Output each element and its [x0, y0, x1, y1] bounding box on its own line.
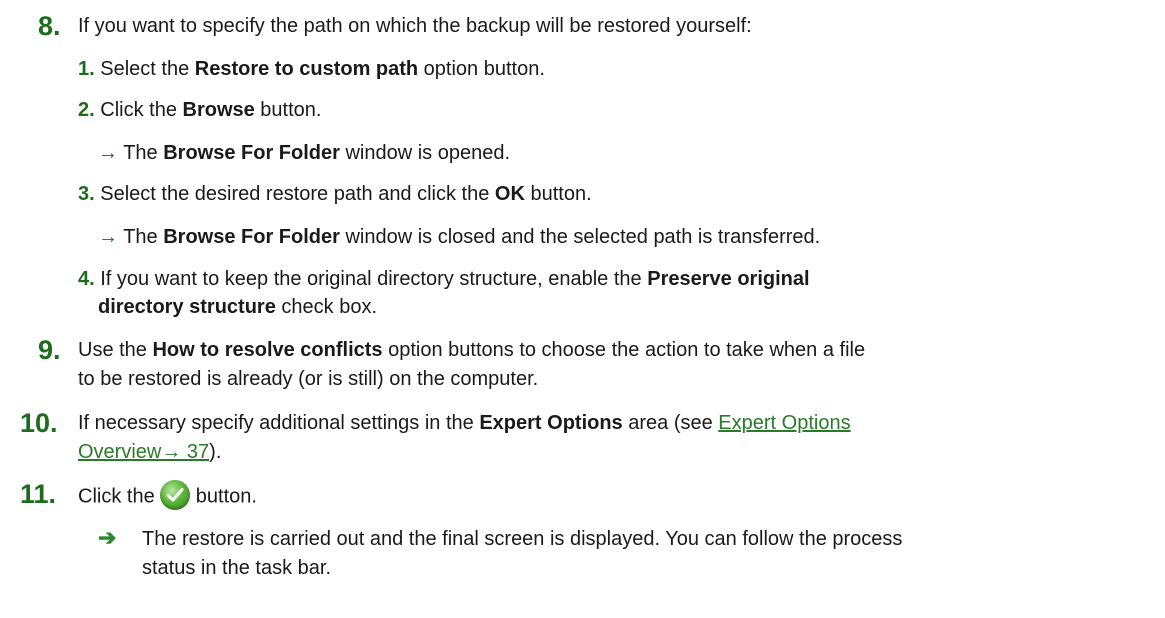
sub-2-result-pre: The: [118, 142, 164, 164]
sub-3-number: 3.: [78, 183, 95, 205]
sub-3-result-bold: Browse For Folder: [163, 226, 340, 248]
bold-arrow-icon: ➔: [98, 525, 117, 550]
sub-4-bold-1: Preserve original: [647, 268, 810, 290]
expert-options-link[interactable]: Expert Options: [718, 412, 850, 434]
step-10-number: 10.: [20, 408, 58, 438]
step-9-number: 9.: [38, 335, 61, 365]
step-10-bold: Expert Options: [479, 412, 623, 434]
sub-2-result-post: window is opened.: [339, 142, 511, 164]
step-8-sub-2: 2. Click the Browse button.: [78, 98, 321, 122]
sub-2-post: button.: [254, 99, 322, 121]
sub-3-result-post: window is closed and the selected path i…: [339, 226, 821, 248]
sub-3-bold: OK: [494, 183, 525, 205]
sub-4-number: 4.: [78, 268, 95, 290]
step-9-pre: Use the: [78, 339, 153, 361]
step-9-bold: How to resolve conflicts: [152, 339, 383, 361]
sub-4-pre: If you want to keep the original directo…: [100, 268, 648, 290]
step-8-sub-1: 1. Select the Restore to custom path opt…: [78, 57, 545, 81]
sub-1-post: option button.: [418, 58, 545, 80]
sub-4-bold-2: directory structure: [98, 296, 276, 318]
sub-1-number: 1.: [78, 58, 95, 80]
sub-2-pre: Click the: [100, 99, 183, 121]
sub-3-pre: Select the desired restore path and clic…: [100, 183, 495, 205]
step-11-result-line-1: The restore is carried out and the final…: [142, 528, 903, 550]
step-9-text: Use the How to resolve conflicts option …: [78, 338, 865, 362]
sub-4-post: check box.: [275, 296, 378, 318]
sub-3-post: button.: [524, 183, 592, 205]
step-8-sub-2-result: → The Browse For Folder window is opened…: [98, 141, 510, 165]
step-10-pre: If necessary specify additional settings…: [78, 412, 480, 434]
sub-1-pre: Select the: [100, 58, 195, 80]
step-11-pre: Click the: [78, 485, 161, 508]
step-11-text: Click the button.: [78, 480, 257, 512]
result-arrow-icon: →: [98, 142, 118, 164]
step-8-sub-3-result: → The Browse For Folder window is closed…: [98, 225, 820, 249]
step-10-post: ).: [209, 441, 222, 463]
step-8-sub-4-cont: directory structure check box.: [98, 295, 377, 319]
result-arrow-icon: →: [98, 226, 118, 248]
sub-2-number: 2.: [78, 99, 95, 121]
step-11-result-line-2: status in the task bar.: [142, 557, 331, 579]
step-10-mid: area (see: [622, 412, 719, 434]
sub-2-bold: Browse: [182, 99, 255, 121]
step-10-text-line-2: Overview→ 37).: [78, 440, 221, 464]
sub-3-result-pre: The: [118, 226, 164, 248]
step-8-number: 8.: [38, 11, 61, 41]
step-8-text: If you want to specify the path on which…: [78, 15, 752, 37]
sub-1-bold: Restore to custom path: [194, 58, 419, 80]
expert-options-overview-link[interactable]: Overview→ 37: [78, 441, 209, 463]
green-checkmark-icon: [160, 480, 191, 510]
step-11-number: 11.: [20, 479, 57, 509]
step-9-post: option buttons to choose the action to t…: [382, 339, 866, 361]
step-8-sub-4: 4. If you want to keep the original dire…: [78, 267, 810, 291]
sub-2-result-bold: Browse For Folder: [163, 142, 340, 164]
step-11-post: button.: [190, 485, 257, 508]
step-9-text-line-2: to be restored is already (or is still) …: [78, 368, 539, 390]
step-8-sub-3: 3. Select the desired restore path and c…: [78, 182, 592, 206]
step-10-text: If necessary specify additional settings…: [78, 411, 851, 435]
